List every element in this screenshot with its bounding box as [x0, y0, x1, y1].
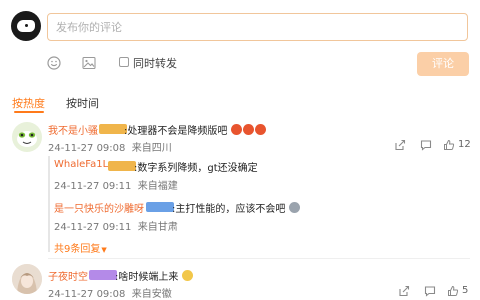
reply-username[interactable]: WhaleFa1L	[54, 159, 108, 170]
reply-icon[interactable]	[420, 139, 432, 151]
comment-text: :处理器不会是降频版吧	[124, 122, 267, 137]
reply-text: :数字系列降频，gt还没确定	[134, 163, 258, 174]
smiley-icon[interactable]	[47, 56, 61, 70]
reply-meta: 24-11-27 09:11 来自甘肃	[54, 222, 178, 233]
like-icon[interactable]	[443, 139, 455, 151]
anime-avatar-icon	[12, 264, 42, 294]
smiling-emoji-icon	[181, 270, 193, 281]
reply-username[interactable]: 是一只快乐的沙雕呀	[54, 200, 144, 215]
cartoon-avatar-icon	[17, 131, 37, 147]
current-user-avatar[interactable]	[11, 11, 41, 41]
reply-meta: 24-11-27 09:11 来自福建	[54, 181, 178, 192]
submit-comment-button[interactable]: 评论	[417, 52, 469, 76]
comment-meta: 24-11-27 09:08 来自四川	[48, 143, 172, 154]
like-icon[interactable]	[447, 285, 459, 297]
comment-input[interactable]	[48, 14, 467, 40]
repost-label: 同时转发	[133, 57, 177, 70]
sweat-emoji-icon	[254, 124, 266, 135]
reply-text: :主打性能的，应该不会吧	[172, 200, 301, 215]
like-count: 5	[462, 285, 469, 296]
active-tab-underline	[14, 111, 44, 113]
more-replies-link[interactable]: 共9条回复▼	[54, 240, 107, 255]
comment-input-wrapper	[47, 13, 468, 41]
comment-meta: 24-11-27 09:08 来自安徽	[48, 289, 172, 300]
avatar[interactable]	[12, 264, 42, 294]
share-icon[interactable]	[394, 139, 406, 151]
comment-divider	[48, 258, 470, 259]
tab-by-hot[interactable]: 按热度	[12, 95, 45, 111]
member-badge	[108, 161, 136, 171]
share-icon[interactable]	[398, 285, 410, 297]
member-badge	[99, 124, 127, 134]
reply-thread-line	[48, 156, 50, 252]
robot-emoji-icon	[288, 202, 300, 213]
fan-badge	[146, 202, 174, 212]
comment-username[interactable]: 子夜时空	[48, 268, 88, 283]
tab-by-time[interactable]: 按时间	[66, 95, 99, 111]
image-icon[interactable]	[82, 56, 96, 70]
vip-badge	[89, 270, 117, 280]
chevron-down-icon: ▼	[101, 246, 107, 254]
comment-username[interactable]: 我不是小骚	[48, 122, 98, 137]
sweat-emoji-icon	[230, 124, 242, 135]
sweat-emoji-icon	[242, 124, 254, 135]
repost-checkbox[interactable]	[119, 57, 129, 67]
like-count: 12	[458, 139, 471, 150]
reply-icon[interactable]	[424, 285, 436, 297]
comment-text: :啥时候端上来	[115, 268, 194, 283]
avatar[interactable]	[12, 122, 42, 152]
